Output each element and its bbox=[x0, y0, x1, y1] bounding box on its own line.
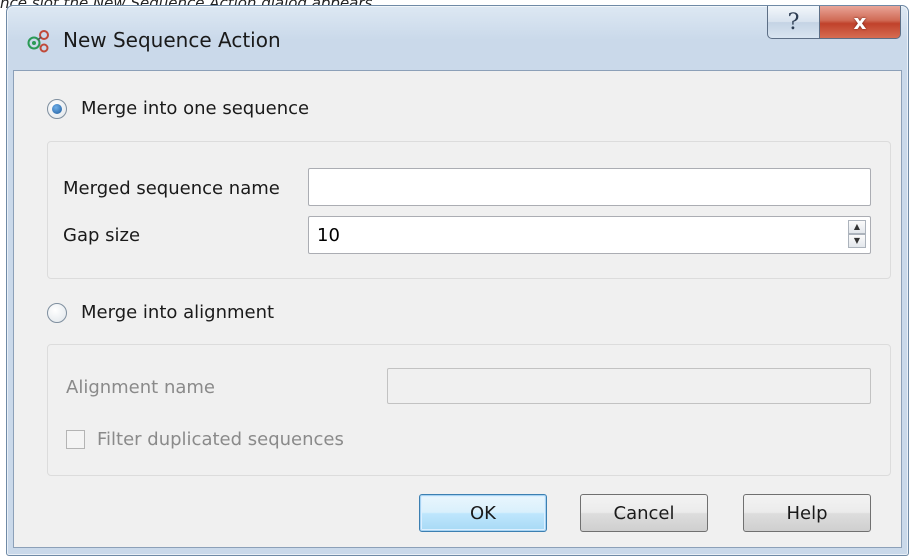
triangle-down-icon: ▼ bbox=[853, 236, 861, 245]
merge-alignment-radio[interactable] bbox=[47, 302, 67, 323]
close-button[interactable]: x bbox=[820, 6, 901, 39]
merge-sequence-radio[interactable] bbox=[47, 98, 67, 119]
page: nce slot the New Sequence Action dialog … bbox=[0, 0, 916, 560]
spin-down-button[interactable]: ▼ bbox=[848, 234, 866, 248]
close-icon: x bbox=[853, 10, 867, 34]
merge-sequence-option[interactable]: Merge into one sequence bbox=[47, 98, 309, 119]
merge-sequence-group: Merged sequence name Gap size ▲ ▼ bbox=[47, 141, 891, 279]
sequence-action-icon bbox=[27, 30, 49, 53]
title-bar[interactable]: New Sequence Action ? x bbox=[7, 6, 908, 70]
window-title: New Sequence Action bbox=[63, 28, 281, 52]
dialog-window: New Sequence Action ? x Merge into one s… bbox=[6, 5, 909, 556]
triangle-up-icon: ▲ bbox=[853, 222, 861, 231]
merge-sequence-label: Merge into one sequence bbox=[81, 98, 310, 119]
merged-sequence-name-input[interactable] bbox=[308, 168, 871, 206]
ok-button[interactable]: OK bbox=[419, 494, 547, 532]
cancel-button[interactable]: Cancel bbox=[580, 494, 708, 532]
gap-size-label: Gap size bbox=[63, 225, 141, 246]
alignment-name-label: Alignment name bbox=[66, 377, 215, 398]
help-icon: ? bbox=[787, 9, 800, 35]
help-caption-button[interactable]: ? bbox=[767, 6, 820, 39]
merge-alignment-option[interactable]: Merge into alignment bbox=[47, 302, 274, 323]
merged-sequence-name-label: Merged sequence name bbox=[63, 178, 280, 199]
filter-duplicated-label: Filter duplicated sequences bbox=[97, 429, 344, 450]
filter-duplicated-checkbox[interactable] bbox=[66, 430, 85, 449]
alignment-name-input[interactable] bbox=[387, 368, 871, 404]
spin-up-button[interactable]: ▲ bbox=[848, 220, 866, 234]
dialog-body: Merge into one sequence Merged sequence … bbox=[13, 70, 902, 548]
merge-alignment-group: Alignment name Filter duplicated sequenc… bbox=[47, 344, 891, 476]
help-button[interactable]: Help bbox=[743, 494, 871, 532]
merge-alignment-label: Merge into alignment bbox=[81, 302, 275, 323]
filter-duplicated-option[interactable]: Filter duplicated sequences bbox=[66, 429, 344, 450]
gap-size-spinner: ▲ ▼ bbox=[848, 220, 866, 248]
caption-buttons: ? x bbox=[767, 6, 901, 39]
gap-size-input[interactable] bbox=[308, 216, 871, 254]
